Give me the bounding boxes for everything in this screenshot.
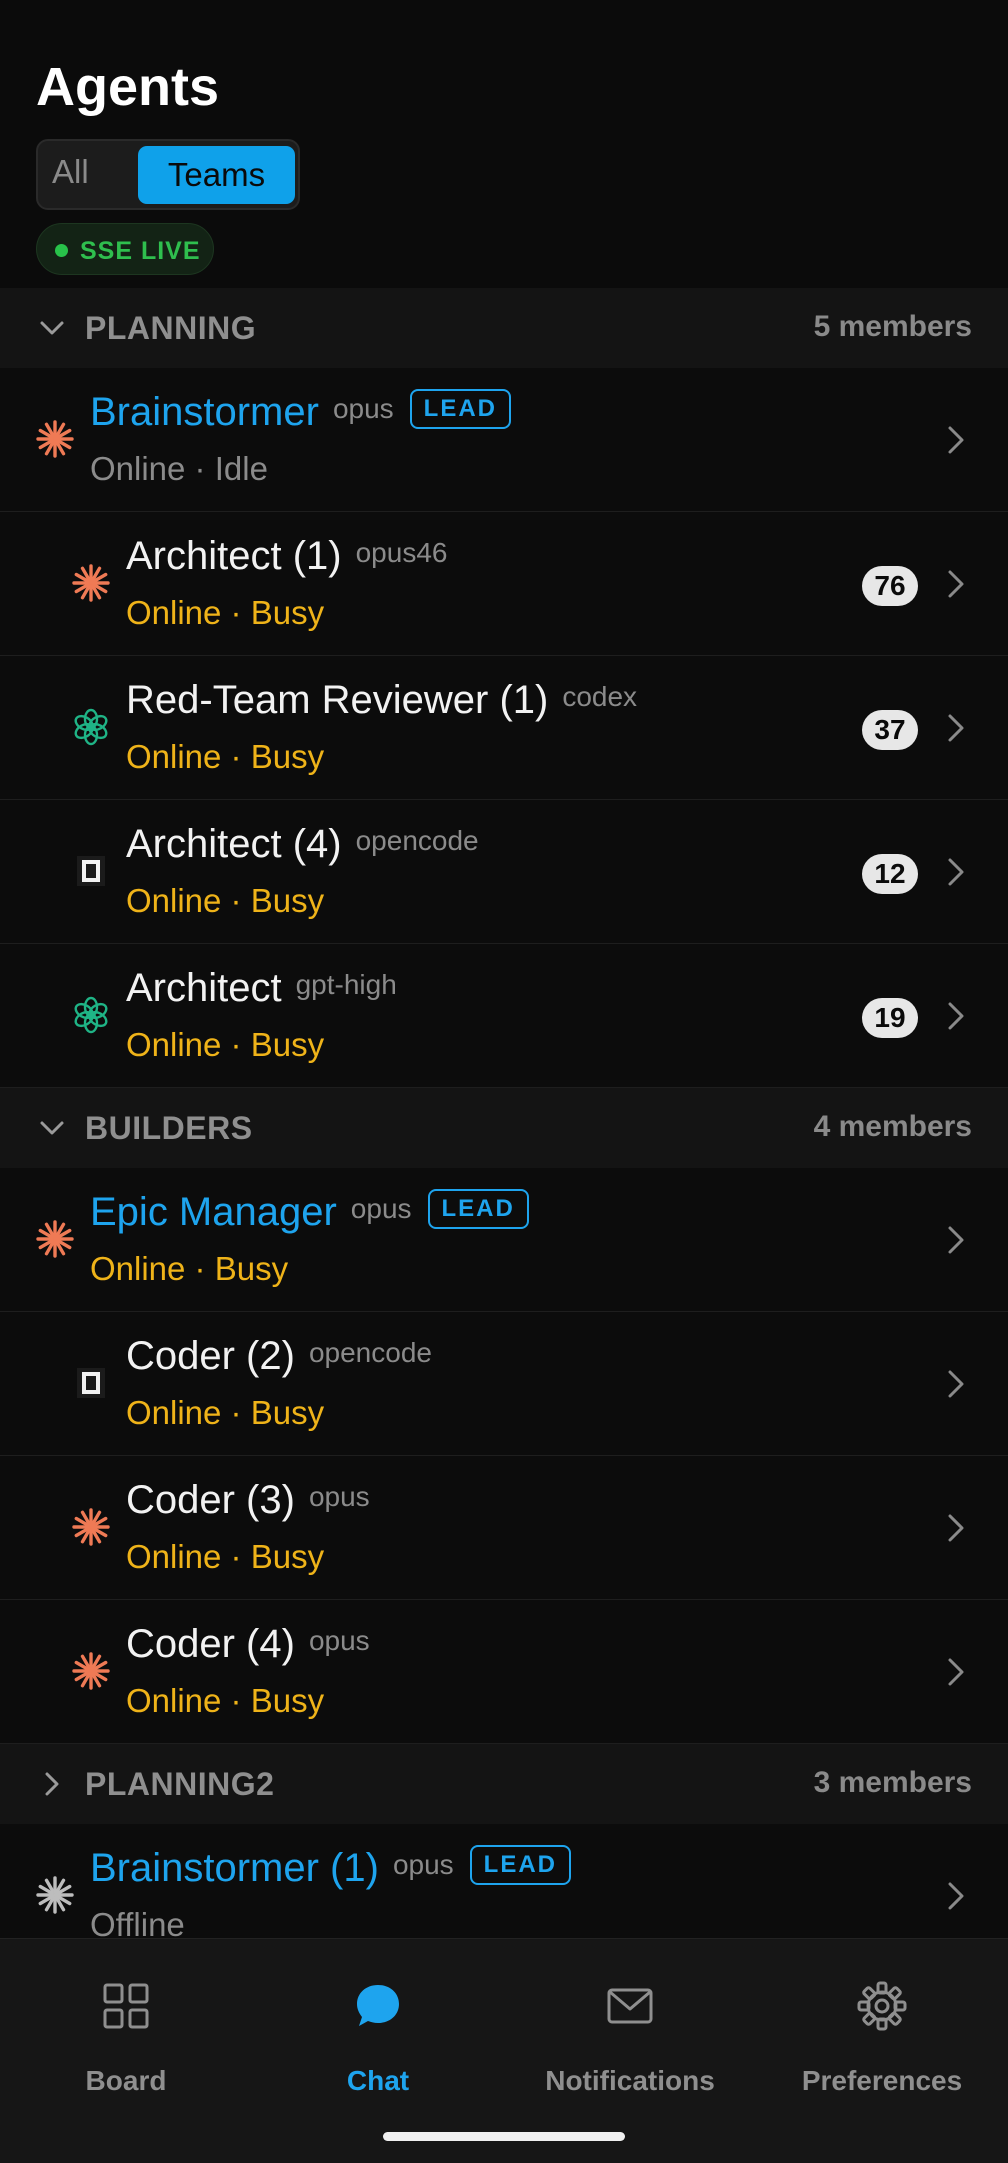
lead-badge: LEAD bbox=[409, 388, 512, 429]
agent-row[interactable]: Coder (4) opus Online · Busy bbox=[0, 1600, 1008, 1744]
agent-row-lead[interactable]: Epic Manager opus LEAD Online · Busy bbox=[0, 1168, 1008, 1312]
agent-row[interactable]: Coder (2) opencode Online · Busy bbox=[0, 1312, 1008, 1456]
unread-count-badge: 76 bbox=[862, 566, 918, 606]
agent-model: opus bbox=[308, 1480, 370, 1512]
group-name: PLANNING bbox=[85, 310, 257, 346]
chevron-down-icon bbox=[38, 1114, 66, 1142]
agent-model: opus bbox=[392, 1848, 454, 1880]
chevron-right-icon bbox=[944, 424, 968, 456]
tab-board[interactable]: Board bbox=[0, 1939, 252, 2109]
agent-status: Online · Idle bbox=[90, 450, 268, 487]
tab-label: Preferences bbox=[801, 2065, 963, 2096]
agent-status: Online · Busy bbox=[126, 882, 325, 919]
unread-count-badge: 19 bbox=[862, 998, 918, 1038]
group-member-count: 5 members bbox=[813, 310, 972, 343]
unread-count-badge: 12 bbox=[862, 854, 918, 894]
agent-name: Coder (2) bbox=[126, 1334, 295, 1378]
agent-name: Architect (4) bbox=[126, 822, 342, 866]
agent-name: Coder (4) bbox=[126, 1622, 295, 1666]
chevron-right-icon bbox=[944, 712, 968, 744]
agent-status: Online · Busy bbox=[126, 1682, 325, 1719]
anthropic-spark-icon bbox=[36, 1220, 74, 1258]
chevron-right-icon bbox=[944, 856, 968, 888]
agent-list[interactable]: PLANNING 5 members Brainstormer opus LEA… bbox=[0, 288, 1008, 1938]
chevron-right-icon bbox=[944, 1368, 968, 1400]
agent-model: opencode bbox=[355, 824, 479, 856]
header: Agents All Teams SSE LIVE bbox=[0, 0, 1008, 288]
anthropic-spark-icon bbox=[36, 420, 74, 458]
group-name: PLANNING2 bbox=[85, 1766, 275, 1802]
tab-preferences[interactable]: Preferences bbox=[756, 1939, 1008, 2109]
tab-label: Notifications bbox=[545, 2065, 715, 2096]
agent-model: opus bbox=[308, 1624, 370, 1656]
chevron-right-icon bbox=[944, 568, 968, 600]
chevron-right-icon bbox=[38, 1770, 66, 1798]
agent-model: opencode bbox=[308, 1336, 432, 1368]
openai-knot-icon bbox=[72, 996, 110, 1034]
group-member-count: 3 members bbox=[813, 1766, 972, 1799]
agent-row-lead[interactable]: Brainstormer (1) opus LEAD Offline bbox=[0, 1824, 1008, 1938]
agent-model: opus bbox=[332, 392, 394, 424]
chevron-down-icon bbox=[38, 314, 66, 342]
live-dot-icon bbox=[55, 244, 68, 257]
lead-badge: LEAD bbox=[469, 1844, 572, 1885]
chevron-right-icon bbox=[944, 1880, 968, 1912]
agent-status: Online · Busy bbox=[90, 1250, 289, 1287]
agent-row[interactable]: Architect gpt-high Online · Busy 19 bbox=[0, 944, 1008, 1088]
group-name: BUILDERS bbox=[85, 1110, 253, 1146]
unread-count-badge: 37 bbox=[862, 710, 918, 750]
anthropic-spark-icon bbox=[72, 1652, 110, 1690]
agent-model: codex bbox=[562, 680, 638, 712]
segment-all[interactable]: All bbox=[52, 153, 89, 191]
bottom-tab-bar: Board Chat Notifications Preferences bbox=[0, 1938, 1008, 2163]
agent-row-lead[interactable]: Brainstormer opus LEAD Online · Idle bbox=[0, 368, 1008, 512]
agent-model: opus46 bbox=[355, 536, 448, 568]
chevron-right-icon bbox=[944, 1000, 968, 1032]
agent-name: Architect bbox=[126, 966, 282, 1010]
anthropic-spark-icon bbox=[72, 1508, 110, 1546]
agent-name: Red-Team Reviewer (1) bbox=[126, 678, 549, 722]
lead-badge: LEAD bbox=[427, 1188, 529, 1229]
view-segmented-control: All Teams bbox=[36, 139, 300, 210]
openai-knot-icon bbox=[72, 708, 110, 746]
agent-model: opus bbox=[350, 1192, 412, 1224]
tab-chat[interactable]: Chat bbox=[252, 1939, 504, 2109]
chevron-right-icon bbox=[944, 1512, 968, 1544]
agent-status: Online · Busy bbox=[126, 738, 325, 775]
agent-name: Brainstormer (1) bbox=[90, 1846, 379, 1890]
agent-model: gpt-high bbox=[295, 968, 397, 1000]
agent-status: Offline bbox=[90, 1906, 185, 1938]
agent-status: Online · Busy bbox=[126, 594, 325, 631]
connection-status-label: SSE LIVE bbox=[80, 237, 201, 265]
chevron-right-icon bbox=[944, 1656, 968, 1688]
home-indicator bbox=[383, 2132, 625, 2141]
page-title: Agents bbox=[36, 57, 220, 117]
agent-row[interactable]: Coder (3) opus Online · Busy bbox=[0, 1456, 1008, 1600]
anthropic-spark-icon bbox=[72, 564, 110, 602]
group-header[interactable]: PLANNING 5 members bbox=[0, 288, 1008, 368]
anthropic-spark-icon bbox=[36, 1876, 74, 1914]
opencode-square-icon bbox=[72, 1364, 110, 1402]
group-member-count: 4 members bbox=[813, 1110, 972, 1143]
agent-name: Architect (1) bbox=[126, 534, 342, 578]
tab-label: Chat bbox=[346, 2065, 410, 2096]
group-header[interactable]: BUILDERS 4 members bbox=[0, 1088, 1008, 1168]
agent-name: Coder (3) bbox=[126, 1478, 295, 1522]
connection-status-badge: SSE LIVE bbox=[36, 223, 214, 275]
agent-name: Brainstormer bbox=[90, 390, 319, 434]
opencode-square-icon bbox=[72, 852, 110, 890]
agent-name: Epic Manager bbox=[90, 1190, 337, 1234]
agent-row[interactable]: Red-Team Reviewer (1) codex Online · Bus… bbox=[0, 656, 1008, 800]
agent-row[interactable]: Architect (1) opus46 Online · Busy 76 bbox=[0, 512, 1008, 656]
agent-row[interactable]: Architect (4) opencode Online · Busy 12 bbox=[0, 800, 1008, 944]
chevron-right-icon bbox=[944, 1224, 968, 1256]
agent-status: Online · Busy bbox=[126, 1394, 325, 1431]
agent-status: Online · Busy bbox=[126, 1538, 325, 1575]
tab-label: Board bbox=[85, 2065, 167, 2096]
tab-notifications[interactable]: Notifications bbox=[504, 1939, 756, 2109]
segment-teams[interactable]: Teams bbox=[138, 146, 295, 204]
agent-status: Online · Busy bbox=[126, 1026, 325, 1063]
group-header[interactable]: PLANNING2 3 members bbox=[0, 1744, 1008, 1824]
